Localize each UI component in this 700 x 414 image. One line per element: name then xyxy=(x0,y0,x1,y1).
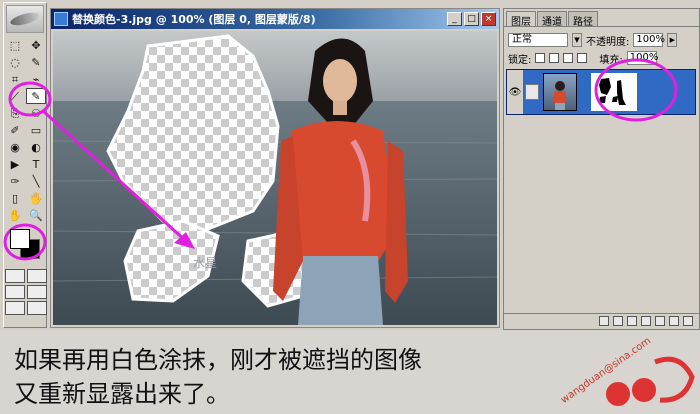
author-watermark: wangduan@sina.com xyxy=(560,335,695,406)
annotation-overlay xyxy=(3,58,678,261)
watermark-logo-icon xyxy=(654,356,695,403)
foreground-color-swatch[interactable] xyxy=(10,229,30,249)
caption-line-1: 如果再用白色涂抹，刚才被遮挡的图像 xyxy=(14,346,422,374)
photoshop-workspace: ⬚ ✥ ◌ ✎ ⌗ ⌁ ⟋ ✎ ⎘ ⚇ ✐ ▭ ◉ ◐ ▶ T ✑ ╲ ▯ 🖐 ✋ 🔍 替换颜色-3.jpg @ 100%… xyxy=(0,0,700,330)
caption-line-2: 又重新显露出来了。 xyxy=(14,380,230,408)
